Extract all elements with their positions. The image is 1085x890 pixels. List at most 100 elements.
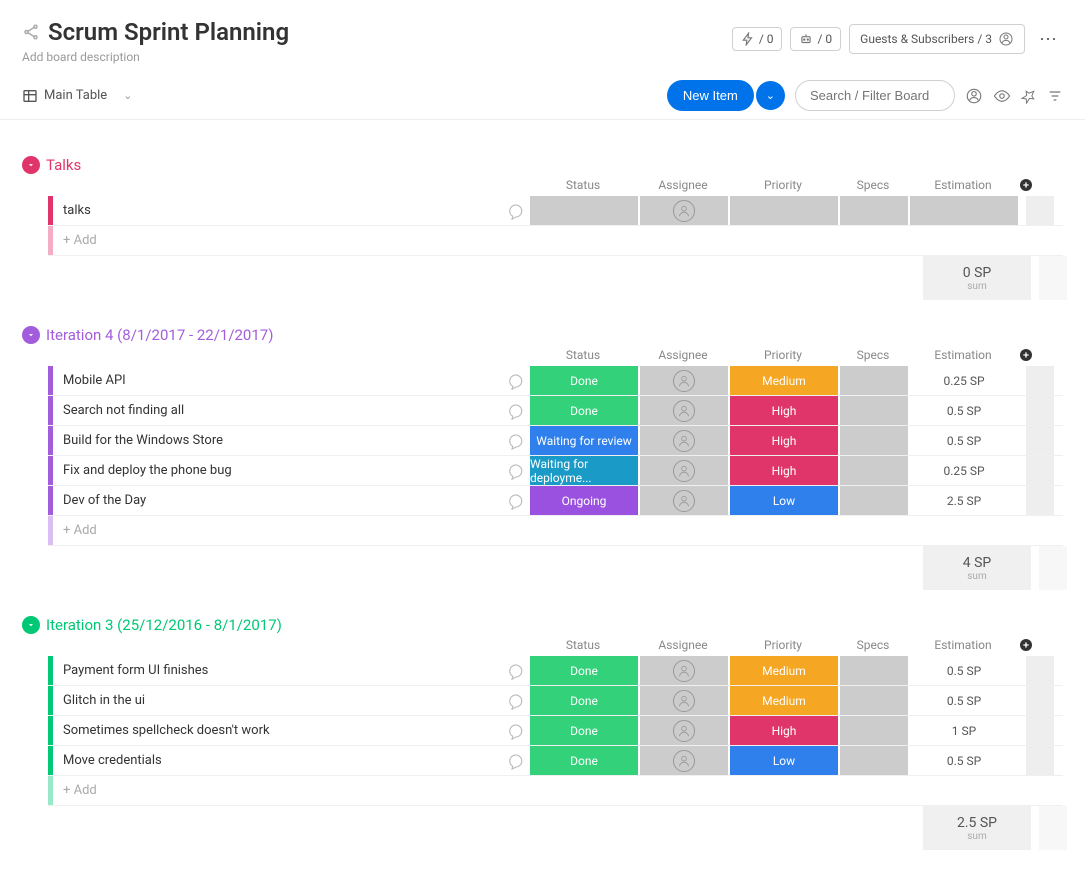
assignee-cell[interactable] xyxy=(640,426,728,455)
column-header-priority[interactable]: Priority xyxy=(728,348,838,362)
table-row[interactable]: Sometimes spellcheck doesn't work Done H… xyxy=(48,716,1063,746)
item-name[interactable]: Dev of the Day xyxy=(53,486,502,515)
specs-cell[interactable] xyxy=(840,456,908,485)
assignee-cell[interactable] xyxy=(640,366,728,395)
estimation-cell[interactable]: 0.5 SP xyxy=(910,686,1018,715)
group-collapse-icon[interactable] xyxy=(22,326,40,344)
table-row[interactable]: Payment form UI finishes Done Medium 0.5… xyxy=(48,656,1063,686)
estimation-cell[interactable] xyxy=(910,196,1018,225)
more-icon[interactable]: ⋯ xyxy=(1033,29,1063,50)
specs-cell[interactable] xyxy=(840,396,908,425)
add-column-icon[interactable] xyxy=(1018,347,1048,363)
column-header-priority[interactable]: Priority xyxy=(728,638,838,652)
group-collapse-icon[interactable] xyxy=(22,156,40,174)
column-header-status[interactable]: Status xyxy=(528,348,638,362)
share-icon[interactable] xyxy=(22,23,40,41)
item-name[interactable]: Glitch in the ui xyxy=(53,686,502,715)
item-name[interactable]: Fix and deploy the phone bug xyxy=(53,456,502,485)
priority-cell[interactable]: High xyxy=(730,396,838,425)
new-item-dropdown[interactable]: ⌄ xyxy=(756,81,785,110)
item-name[interactable]: talks xyxy=(53,196,502,225)
add-item[interactable]: + Add xyxy=(53,523,97,538)
column-header-specs[interactable]: Specs xyxy=(838,638,908,652)
priority-cell[interactable] xyxy=(730,196,838,225)
priority-cell[interactable]: Medium xyxy=(730,366,838,395)
priority-cell[interactable]: Low xyxy=(730,486,838,515)
status-cell[interactable] xyxy=(530,196,638,225)
assignee-cell[interactable] xyxy=(640,456,728,485)
column-header-estimation[interactable]: Estimation xyxy=(908,638,1018,652)
chat-icon[interactable] xyxy=(502,396,528,425)
filter-icon[interactable] xyxy=(1047,88,1063,104)
assignee-cell[interactable] xyxy=(640,686,728,715)
item-name[interactable]: Payment form UI finishes xyxy=(53,656,502,685)
estimation-cell[interactable]: 0.25 SP xyxy=(910,456,1018,485)
column-header-status[interactable]: Status xyxy=(528,638,638,652)
assignee-cell[interactable] xyxy=(640,746,728,775)
eye-icon[interactable] xyxy=(993,87,1011,105)
specs-cell[interactable] xyxy=(840,366,908,395)
chat-icon[interactable] xyxy=(502,686,528,715)
specs-cell[interactable] xyxy=(840,716,908,745)
estimation-cell[interactable]: 0.5 SP xyxy=(910,746,1018,775)
column-header-specs[interactable]: Specs xyxy=(838,348,908,362)
item-name[interactable]: Move credentials xyxy=(53,746,502,775)
automations-pill[interactable]: / 0 xyxy=(732,27,783,51)
status-cell[interactable]: Done xyxy=(530,716,638,745)
table-row[interactable]: Fix and deploy the phone bug Waiting for… xyxy=(48,456,1063,486)
person-filter-icon[interactable] xyxy=(965,87,983,105)
status-cell[interactable]: Done xyxy=(530,366,638,395)
chat-icon[interactable] xyxy=(502,426,528,455)
chat-icon[interactable] xyxy=(502,746,528,775)
add-item[interactable]: + Add xyxy=(53,233,97,248)
assignee-cell[interactable] xyxy=(640,656,728,685)
add-column-icon[interactable] xyxy=(1018,637,1048,653)
priority-cell[interactable]: Low xyxy=(730,746,838,775)
estimation-cell[interactable]: 0.5 SP xyxy=(910,426,1018,455)
estimation-cell[interactable]: 0.5 SP xyxy=(910,396,1018,425)
estimation-cell[interactable]: 0.25 SP xyxy=(910,366,1018,395)
specs-cell[interactable] xyxy=(840,746,908,775)
column-header-estimation[interactable]: Estimation xyxy=(908,348,1018,362)
status-cell[interactable]: Ongoing xyxy=(530,486,638,515)
status-cell[interactable]: Done xyxy=(530,396,638,425)
column-header-assignee[interactable]: Assignee xyxy=(638,638,728,652)
table-row[interactable]: Search not finding all Done High 0.5 SP xyxy=(48,396,1063,426)
table-row[interactable]: Dev of the Day Ongoing Low 2.5 SP xyxy=(48,486,1063,516)
column-header-priority[interactable]: Priority xyxy=(728,178,838,192)
assignee-cell[interactable] xyxy=(640,196,728,225)
chat-icon[interactable] xyxy=(502,366,528,395)
guests-subscribers-pill[interactable]: Guests & Subscribers / 3 xyxy=(849,24,1025,54)
item-name[interactable]: Sometimes spellcheck doesn't work xyxy=(53,716,502,745)
new-item-button[interactable]: New Item xyxy=(667,80,754,111)
priority-cell[interactable]: High xyxy=(730,456,838,485)
column-header-estimation[interactable]: Estimation xyxy=(908,178,1018,192)
column-header-assignee[interactable]: Assignee xyxy=(638,348,728,362)
priority-cell[interactable]: Medium xyxy=(730,656,838,685)
table-row[interactable]: Move credentials Done Low 0.5 SP xyxy=(48,746,1063,776)
group-title[interactable]: Iteration 3 (25/12/2016 - 8/1/2017) xyxy=(46,616,282,634)
group-title[interactable]: Talks xyxy=(46,156,81,174)
estimation-cell[interactable]: 0.5 SP xyxy=(910,656,1018,685)
column-header-specs[interactable]: Specs xyxy=(838,178,908,192)
table-row[interactable]: Build for the Windows Store Waiting for … xyxy=(48,426,1063,456)
chat-icon[interactable] xyxy=(502,716,528,745)
assignee-cell[interactable] xyxy=(640,716,728,745)
assignee-cell[interactable] xyxy=(640,396,728,425)
group-collapse-icon[interactable] xyxy=(22,616,40,634)
search-input[interactable] xyxy=(795,80,955,111)
item-name[interactable]: Search not finding all xyxy=(53,396,502,425)
chat-icon[interactable] xyxy=(502,486,528,515)
priority-cell[interactable]: Medium xyxy=(730,686,838,715)
table-row[interactable]: Mobile API Done Medium 0.25 SP xyxy=(48,366,1063,396)
specs-cell[interactable] xyxy=(840,426,908,455)
chat-icon[interactable] xyxy=(502,196,528,225)
status-cell[interactable]: Waiting for deployme... xyxy=(530,456,638,485)
table-row[interactable]: talks xyxy=(48,196,1063,226)
column-header-status[interactable]: Status xyxy=(528,178,638,192)
item-name[interactable]: Build for the Windows Store xyxy=(53,426,502,455)
specs-cell[interactable] xyxy=(840,196,908,225)
chat-icon[interactable] xyxy=(502,656,528,685)
priority-cell[interactable]: High xyxy=(730,716,838,745)
item-name[interactable]: Mobile API xyxy=(53,366,502,395)
